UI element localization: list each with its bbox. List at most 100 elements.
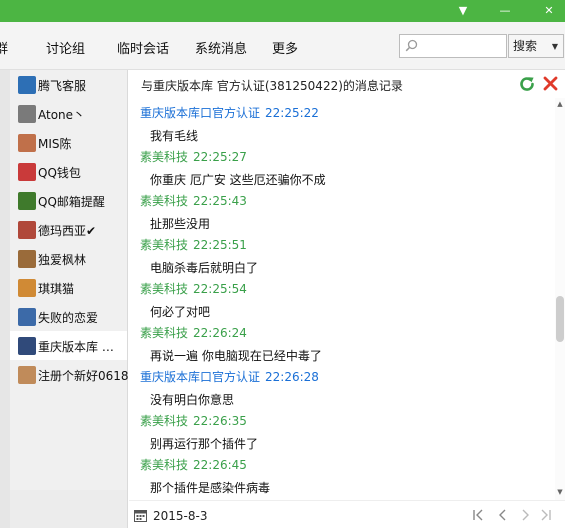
contact-name: 失败的恋爱 <box>38 311 99 325</box>
footer: 2015-8-3 <box>129 500 565 528</box>
sidebar-strip <box>0 70 10 528</box>
avatar <box>18 308 36 326</box>
message-meta: 重庆版本库口官方认证 22:25:22 <box>129 104 555 126</box>
message-time: 22:25:27 <box>193 150 247 164</box>
previous-page-icon[interactable] <box>496 508 510 522</box>
tab-temp-chat[interactable]: 临时会话 <box>117 38 169 57</box>
scrollbar-thumb[interactable] <box>556 296 564 342</box>
maximize-button[interactable]: — <box>497 3 513 19</box>
avatar <box>18 279 36 297</box>
message-text: 你重庆 厄广安 这些厄还骗你不成 <box>150 173 326 187</box>
sidebar-blank-area <box>10 490 127 528</box>
contact-name: 腾飞客服 <box>38 79 87 93</box>
message-meta: 素美科技 22:25:51 <box>129 236 555 258</box>
chevron-down-icon: ▼ <box>551 42 558 51</box>
contact-item[interactable]: 注册个新好0618 <box>10 360 129 389</box>
contact-name: Atone丶 <box>38 108 86 122</box>
message-meta: 素美科技 22:26:45 <box>129 456 555 478</box>
contact-name: 注册个新好0618 <box>38 369 129 383</box>
search-input[interactable] <box>422 35 506 57</box>
avatar <box>18 221 36 239</box>
contact-name: 独爱枫林 <box>38 253 87 267</box>
message-time: 22:26:45 <box>193 458 247 472</box>
close-window-button[interactable]: ✕ <box>541 3 557 19</box>
message-text: 那个插件是感染件病毒 <box>150 481 271 495</box>
message-text: 别再运行那个插件了 <box>150 437 259 451</box>
message-text: 电脑杀毒后就明白了 <box>150 261 259 275</box>
message-header: 与重庆版本库 官方认证(381250422)的消息记录 <box>129 70 565 98</box>
contact-item[interactable]: QQ钱包 <box>10 157 127 186</box>
message-time: 22:25:54 <box>193 282 247 296</box>
message-time: 22:26:24 <box>193 326 247 340</box>
scroll-down-icon[interactable]: ▼ <box>555 487 565 497</box>
search-icon <box>405 39 418 52</box>
avatar <box>18 163 36 181</box>
contact-name: 琪琪猫 <box>38 282 75 296</box>
contact-item[interactable]: 失败的恋爱 <box>10 302 127 331</box>
message-time: 22:26:35 <box>193 414 247 428</box>
minimize-button[interactable]: ▼ <box>455 3 471 19</box>
tab-system-messages[interactable]: 系统消息 <box>195 38 247 57</box>
search-button[interactable]: 搜索 ▼ <box>508 34 564 58</box>
toolbar: 群 讨论组 临时会话 系统消息 更多 搜索 ▼ <box>0 22 565 70</box>
contact-item[interactable]: 独爱枫林 <box>10 244 127 273</box>
calendar-icon[interactable] <box>134 509 147 522</box>
sender-name: 素美科技 <box>140 194 189 208</box>
message-text: 扯那些没用 <box>150 217 211 231</box>
avatar <box>18 105 36 123</box>
contact-item[interactable]: Atone丶 <box>10 99 127 128</box>
message-area[interactable]: 重庆版本库口官方认证 22:25:22 我有毛线素美科技 22:25:27 你重庆 厄广… <box>129 98 555 500</box>
message-list: 重庆版本库口官方认证 22:25:22 我有毛线素美科技 22:25:27 你重庆 厄广… <box>129 104 555 500</box>
contact-name: QQ邮箱提醒 <box>38 195 105 209</box>
search-box <box>399 34 507 58</box>
message-text: 何必了对吧 <box>150 305 211 319</box>
message-meta: 素美科技 22:25:27 <box>129 148 555 170</box>
tab-group[interactable]: 群 <box>0 38 8 57</box>
sender-name: 重庆版本库口官方认证 <box>140 370 261 384</box>
refresh-icon[interactable] <box>518 75 536 93</box>
contact-item[interactable]: QQ邮箱提醒 <box>10 186 127 215</box>
date-label: 2015-8-3 <box>153 509 208 523</box>
sender-name: 素美科技 <box>140 326 189 340</box>
contact-item[interactable]: 重庆版本库 … <box>10 331 127 360</box>
sender-name: 素美科技 <box>140 238 189 252</box>
sender-name: 素美科技 <box>140 414 189 428</box>
tab-more[interactable]: 更多 <box>272 38 298 57</box>
last-page-icon[interactable] <box>539 508 553 522</box>
title-bar: ▼ — ✕ <box>0 0 565 22</box>
sender-name: 重庆版本库口官方认证 <box>140 106 261 120</box>
avatar <box>18 366 36 384</box>
first-page-icon[interactable] <box>472 508 486 522</box>
message-time: 22:25:51 <box>193 238 247 252</box>
contact-name: QQ钱包 <box>38 166 81 180</box>
tab-discussion[interactable]: 讨论组 <box>46 38 85 57</box>
message-time: 22:25:43 <box>193 194 247 208</box>
avatar <box>18 337 36 355</box>
contact-item[interactable]: 腾飞客服 <box>10 70 127 99</box>
sender-name: 素美科技 <box>140 282 189 296</box>
message-time: 22:25:22 <box>265 106 319 120</box>
message-text: 没有明白你意思 <box>150 393 235 407</box>
scroll-up-icon[interactable]: ▲ <box>555 99 565 109</box>
contact-item[interactable]: MIS陈 <box>10 128 127 157</box>
avatar <box>18 250 36 268</box>
contact-item[interactable]: 琪琪猫 <box>10 273 127 302</box>
close-icon[interactable] <box>542 75 559 92</box>
message-meta: 素美科技 22:26:24 <box>129 324 555 346</box>
contact-sidebar: 腾飞客服 Atone丶 MIS陈 QQ钱包 QQ邮箱提醒 德玛西亚✔ 独爱枫林琪琪猫失败的恋… <box>0 70 129 528</box>
message-text: 再说一遍 你电脑现在已经中毒了 <box>150 349 322 363</box>
sender-name: 素美科技 <box>140 458 189 472</box>
header-title: 与重庆版本库 官方认证(381250422)的消息记录 <box>141 79 403 93</box>
avatar <box>18 134 36 152</box>
contact-item[interactable]: 德玛西亚✔ <box>10 215 127 244</box>
sender-name: 素美科技 <box>140 150 189 164</box>
search-button-label: 搜索 <box>513 39 538 53</box>
scrollbar[interactable]: ▲ ▼ <box>555 98 565 500</box>
message-text: 我有毛线 <box>150 129 199 143</box>
message-meta: 重庆版本库口官方认证 22:26:28 <box>129 368 555 390</box>
avatar <box>18 76 36 94</box>
contact-name: 德玛西亚✔ <box>38 224 97 238</box>
next-page-icon[interactable] <box>518 508 532 522</box>
message-meta: 素美科技 22:25:54 <box>129 280 555 302</box>
contact-name: 重庆版本库 … <box>38 340 114 354</box>
